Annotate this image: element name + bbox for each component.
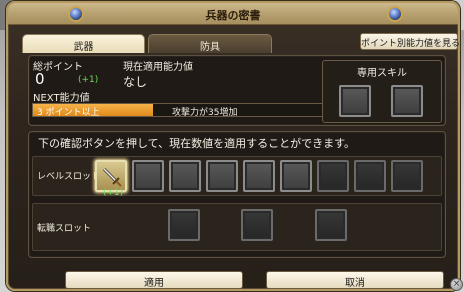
next-ability-label: NEXT能力値 bbox=[33, 93, 90, 104]
cancel-button[interactable]: 取消 bbox=[266, 271, 444, 289]
level-slot[interactable] bbox=[132, 160, 164, 192]
secret-book-window: 兵器の密書 武器 防具 ポイント別能力値を見る 総ポイント 0 (+1) 現在適… bbox=[6, 1, 460, 291]
level-slot[interactable] bbox=[206, 160, 238, 192]
level-slot-locked[interactable] bbox=[317, 160, 349, 192]
slot-panel: 下の確認ボタンを押して、現在数値を適用することができます。 レベルスロット (+… bbox=[28, 131, 446, 258]
current-ability-label: 現在適用能力値 bbox=[123, 62, 193, 73]
stats-panel: 総ポイント 0 (+1) 現在適用能力値 なし NEXT能力値 3 ポイント以上… bbox=[28, 55, 446, 126]
next-ability-effect: 攻撃力が35増加 bbox=[172, 108, 238, 118]
level-slot-locked[interactable] bbox=[391, 160, 423, 192]
level-slot[interactable] bbox=[169, 160, 201, 192]
level-slot[interactable] bbox=[280, 160, 312, 192]
total-points-bonus: (+1) bbox=[78, 75, 99, 85]
job-slot-row: 転職スロット bbox=[32, 203, 442, 251]
exclusive-skill-box: 専用スキル bbox=[322, 60, 442, 123]
tab-armor[interactable]: 防具 bbox=[148, 34, 272, 53]
level-slot-locked[interactable] bbox=[354, 160, 386, 192]
instruction-text: 下の確認ボタンを押して、現在数値を適用することができます。 bbox=[38, 137, 356, 150]
skill-slot[interactable] bbox=[339, 85, 371, 117]
level-slot-label: レベルスロット bbox=[37, 172, 101, 182]
apply-button[interactable]: 適用 bbox=[65, 271, 243, 289]
next-ability-bar: 3 ポイント以上 攻撃力が35増加 bbox=[32, 103, 335, 118]
title-bar[interactable]: 兵器の密書 bbox=[8, 3, 458, 25]
level-slot-row: レベルスロット (+1) bbox=[32, 156, 442, 198]
close-icon[interactable]: × bbox=[450, 278, 463, 291]
job-slot[interactable] bbox=[168, 209, 200, 241]
tab-weapon[interactable]: 武器 bbox=[22, 34, 145, 53]
level-slot-bonus: (+1) bbox=[103, 188, 124, 198]
sword-icon bbox=[102, 167, 122, 187]
current-ability-value: なし bbox=[123, 75, 148, 89]
window-title: 兵器の密書 bbox=[205, 9, 261, 22]
skill-slot[interactable] bbox=[391, 85, 423, 117]
job-slot-label: 転職スロット bbox=[37, 224, 92, 234]
next-ability-condition: 3 ポイント以上 bbox=[37, 108, 100, 118]
total-points-value: 0 bbox=[35, 70, 45, 88]
job-slot[interactable] bbox=[241, 209, 273, 241]
level-slot[interactable] bbox=[243, 160, 275, 192]
job-slot[interactable] bbox=[315, 209, 347, 241]
view-points-ability-button[interactable]: ポイント別能力値を見る bbox=[360, 33, 460, 50]
exclusive-skill-title: 専用スキル bbox=[357, 68, 407, 79]
